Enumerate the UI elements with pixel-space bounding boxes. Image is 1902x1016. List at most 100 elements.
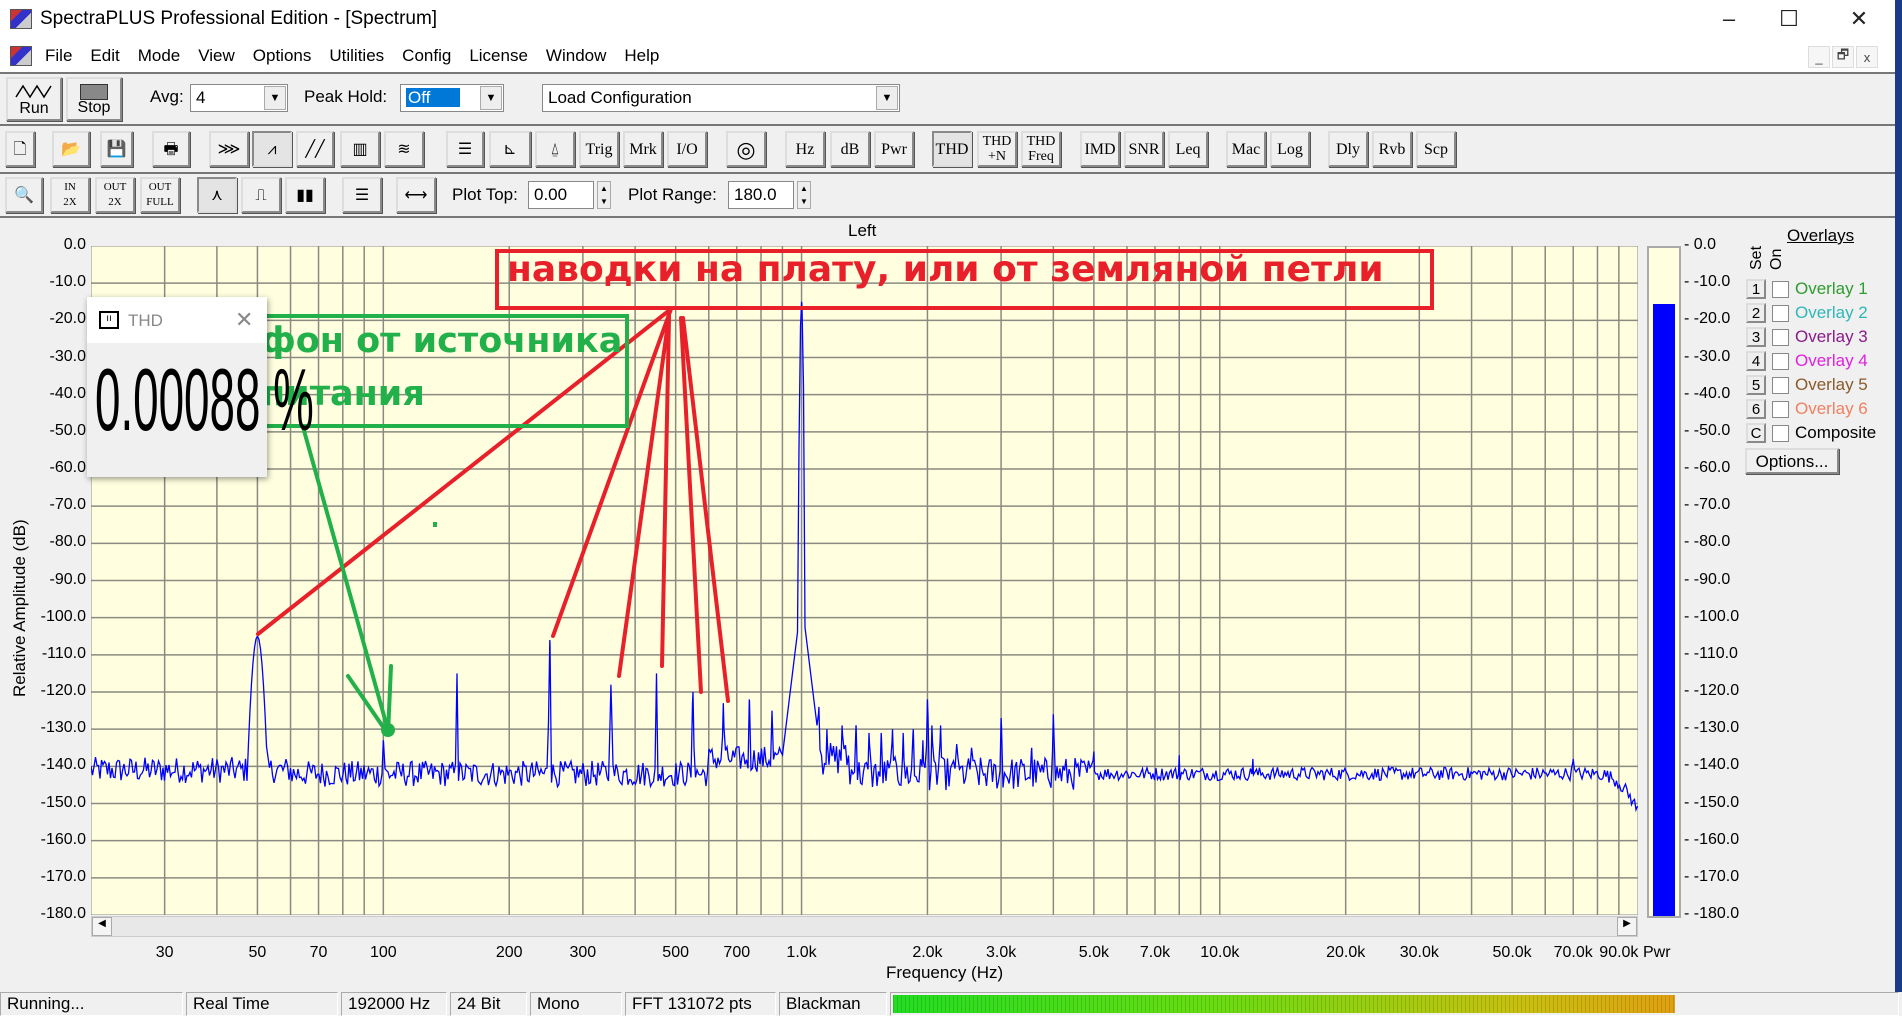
- overlay-set-button[interactable]: 4: [1746, 351, 1766, 371]
- meter-scale-label: - -30.0: [1684, 347, 1731, 365]
- scp-button[interactable]: Scp: [1416, 131, 1456, 167]
- configuration-select[interactable]: Load Configuration ▼: [542, 84, 900, 112]
- step-plot-button[interactable]: ⎍: [241, 177, 281, 213]
- overlay-set-button[interactable]: 3: [1746, 327, 1766, 347]
- open-button[interactable]: 📂: [52, 131, 90, 167]
- menu-config[interactable]: Config: [393, 46, 460, 66]
- plot-top-spinner[interactable]: ▲ ▼: [597, 181, 611, 209]
- overlay-set-button[interactable]: 2: [1746, 303, 1766, 323]
- zoom-out-2x-icon: OUT 2X: [103, 181, 127, 208]
- run-button[interactable]: Run: [6, 77, 62, 121]
- mrk-button[interactable]: Mrk: [623, 131, 663, 167]
- overlay-checkbox[interactable]: [1772, 400, 1789, 418]
- plot-settings-button[interactable]: ☰: [342, 177, 382, 213]
- mdi-restore-button[interactable]: 🗗: [1832, 46, 1854, 68]
- overlay-checkbox[interactable]: [1772, 280, 1789, 298]
- menu-file[interactable]: File: [36, 46, 81, 66]
- scroll-right-icon[interactable]: ▶: [1617, 917, 1637, 936]
- minimize-button[interactable]: –: [1700, 4, 1758, 34]
- print-button[interactable]: 🖶: [152, 131, 190, 167]
- io-button[interactable]: I/O: [667, 131, 707, 167]
- overlay-set-button[interactable]: C: [1746, 423, 1766, 443]
- dly-button[interactable]: Dly: [1328, 131, 1368, 167]
- avg-select[interactable]: 4 ▼: [190, 84, 288, 112]
- line-plot-button[interactable]: ⋏: [197, 177, 237, 213]
- chevron-down-icon[interactable]: ▼: [480, 86, 502, 110]
- overlay-checkbox[interactable]: [1772, 424, 1789, 442]
- zoom-out-2x-button[interactable]: OUT 2X: [95, 177, 135, 213]
- thd-button[interactable]: THD: [932, 131, 972, 167]
- y-tick-label: -100.0: [40, 607, 86, 625]
- thd-freq-button[interactable]: THD Freq: [1021, 131, 1061, 167]
- zoom-out-full-button[interactable]: OUT FULL: [140, 177, 180, 213]
- scroll-left-icon[interactable]: ◀: [92, 917, 112, 936]
- menu-utilities[interactable]: Utilities: [320, 46, 393, 66]
- bar-plot-button[interactable]: ▮▮: [285, 177, 325, 213]
- new-button[interactable]: 🗋: [5, 131, 35, 167]
- stop-button[interactable]: Stop: [66, 77, 122, 121]
- log-button[interactable]: Log: [1270, 131, 1310, 167]
- horizontal-scrollbar[interactable]: ◀ ▶: [91, 916, 1638, 937]
- imd-button[interactable]: IMD: [1080, 131, 1120, 167]
- generator-button[interactable]: ◎: [726, 131, 766, 167]
- meter-scale-label: - 0.0: [1684, 236, 1717, 253]
- scaling-button[interactable]: ⊾: [489, 131, 531, 167]
- chevron-down-icon[interactable]: ▼: [876, 86, 898, 110]
- plot-top-input[interactable]: 0.00: [528, 181, 594, 209]
- trig-button[interactable]: Trig: [579, 131, 619, 167]
- thd-popup-title: THD: [128, 311, 163, 330]
- auto-scale-button[interactable]: ⟷: [396, 177, 436, 213]
- overlay-row: 1 Overlay 1: [1746, 279, 1868, 299]
- overlay-set-button[interactable]: 6: [1746, 399, 1766, 419]
- rvb-button[interactable]: Rvb: [1372, 131, 1412, 167]
- x-tick-label: 3.0k: [985, 944, 1017, 961]
- thd-popup[interactable]: ıı THD ✕ 0.00088 %: [87, 297, 314, 477]
- snr-button[interactable]: SNR: [1124, 131, 1164, 167]
- menu-view[interactable]: View: [189, 46, 244, 66]
- overlay-set-button[interactable]: 1: [1746, 279, 1766, 299]
- overlay-options-button[interactable]: Options...: [1745, 448, 1839, 474]
- 3d-surface-button[interactable]: ≋: [384, 131, 424, 167]
- plot-range-input[interactable]: 180.0: [728, 181, 794, 209]
- plot-range-spinner[interactable]: ▲ ▼: [797, 181, 811, 209]
- overlay-set-button[interactable]: 5: [1746, 375, 1766, 395]
- pwr-button[interactable]: Pwr: [874, 131, 914, 167]
- overlay-checkbox[interactable]: [1772, 328, 1789, 346]
- hz-button[interactable]: Hz: [785, 131, 825, 167]
- x-tick-label: 200: [495, 944, 523, 961]
- sine-wave-icon: [15, 84, 52, 98]
- thd-n-button[interactable]: THD +N: [977, 131, 1017, 167]
- settings-panel-button[interactable]: ☰: [446, 131, 484, 167]
- mac-button[interactable]: Mac: [1226, 131, 1266, 167]
- time-series-button[interactable]: ⋙: [209, 131, 249, 167]
- maximize-button[interactable]: ☐: [1760, 4, 1818, 34]
- save-button[interactable]: 💾: [100, 131, 133, 167]
- spectrogram-button[interactable]: ▥: [340, 131, 380, 167]
- spectrum-button[interactable]: ⩘: [252, 131, 292, 167]
- menu-mode[interactable]: Mode: [129, 46, 190, 66]
- menu-options[interactable]: Options: [244, 46, 321, 66]
- window-border: [1895, 0, 1902, 992]
- db-button[interactable]: dB: [830, 131, 870, 167]
- peak-hold-select[interactable]: Off ▼: [400, 84, 504, 112]
- phase-button[interactable]: ╱╱: [296, 131, 334, 167]
- document-icon[interactable]: [10, 46, 32, 66]
- zoom-in-2x-button[interactable]: IN 2X: [50, 177, 90, 213]
- menu-window[interactable]: Window: [537, 46, 615, 66]
- phase-icon: ╱╱: [305, 140, 325, 158]
- zoom-button[interactable]: 🔍: [5, 177, 43, 213]
- close-button[interactable]: ✕: [1830, 4, 1888, 34]
- overlay-checkbox[interactable]: [1772, 304, 1789, 322]
- menu-help[interactable]: Help: [615, 46, 668, 66]
- leq-button[interactable]: Leq: [1168, 131, 1208, 167]
- calibration-button[interactable]: ⍙: [535, 131, 575, 167]
- menu-license[interactable]: License: [460, 46, 537, 66]
- menu-edit[interactable]: Edit: [81, 46, 128, 66]
- mdi-minimize-button[interactable]: _: [1808, 46, 1830, 68]
- pause-icon[interactable]: ıı: [99, 311, 119, 329]
- close-icon[interactable]: ✕: [235, 307, 253, 333]
- overlay-checkbox[interactable]: [1772, 352, 1789, 370]
- chevron-down-icon[interactable]: ▼: [264, 86, 286, 110]
- overlay-checkbox[interactable]: [1772, 376, 1789, 394]
- mdi-close-button[interactable]: x: [1856, 46, 1878, 68]
